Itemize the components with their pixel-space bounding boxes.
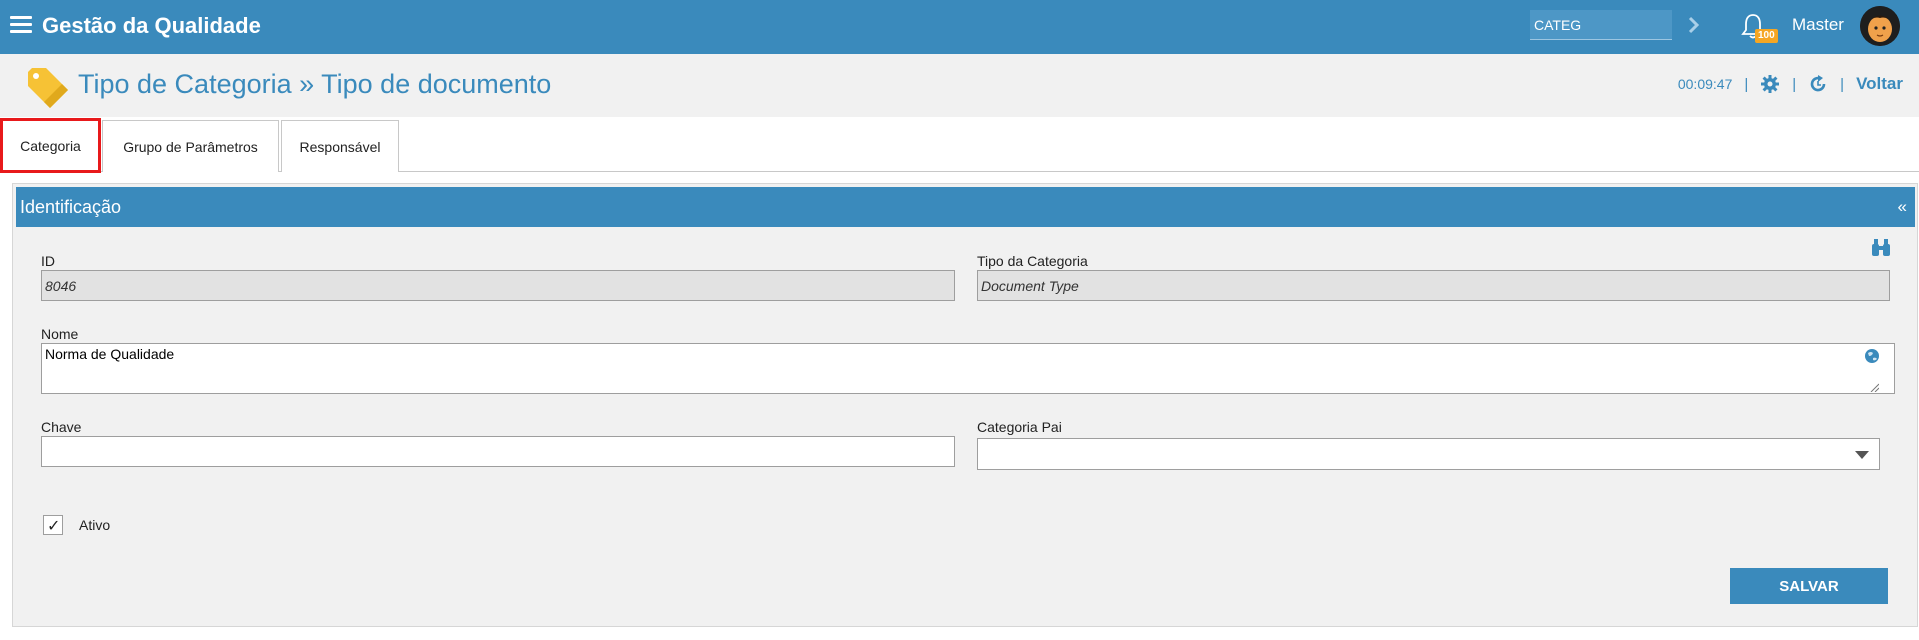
tag-icon	[28, 68, 68, 108]
gear-icon[interactable]	[1760, 74, 1780, 94]
separator: |	[1792, 75, 1797, 93]
section-header[interactable]: Identificação «	[16, 187, 1915, 227]
tab-grupo-de-parametros[interactable]: Grupo de Parâmetros	[102, 120, 279, 172]
binoculars-icon[interactable]	[1870, 238, 1892, 258]
user-name[interactable]: Master	[1792, 15, 1844, 35]
caret-down-icon[interactable]	[1855, 451, 1869, 459]
tipo-categoria-label: Tipo da Categoria	[977, 253, 1088, 269]
ativo-checkbox[interactable]: ✓	[43, 515, 63, 535]
header-actions: 00:09:47 | | | Voltar	[1678, 74, 1903, 94]
app-title: Gestão da Qualidade	[42, 13, 261, 38]
globe-icon[interactable]	[1864, 348, 1880, 364]
form-panel: Identificação « ID Tipo da Categoria Nom…	[12, 183, 1918, 627]
id-field	[41, 270, 955, 301]
tipo-categoria-field	[977, 270, 1890, 301]
resize-handle-icon[interactable]	[1869, 382, 1879, 392]
page-title: Tipo de Categoria » Tipo de documento	[78, 69, 552, 99]
top-search-input[interactable]	[1530, 10, 1672, 40]
nome-field[interactable]: Norma de Qualidade	[41, 343, 1895, 394]
categoria-pai-select[interactable]	[977, 438, 1880, 470]
separator: |	[1840, 75, 1845, 93]
chevron-right-icon[interactable]	[1684, 12, 1704, 38]
menu-icon[interactable]	[10, 16, 32, 36]
nome-label: Nome	[41, 326, 79, 342]
tab-responsavel[interactable]: Responsável	[281, 120, 399, 172]
back-link[interactable]: Voltar	[1856, 74, 1903, 94]
chave-label: Chave	[41, 419, 82, 435]
top-bar: Gestão da Qualidade 100 Master	[0, 0, 1919, 54]
collapse-icon[interactable]: «	[1898, 197, 1907, 217]
page-header: Tipo de Categoria » Tipo de documento 00…	[0, 54, 1919, 117]
checkmark-icon: ✓	[47, 518, 61, 535]
avatar[interactable]	[1860, 6, 1900, 46]
tab-categoria[interactable]: Categoria	[0, 118, 101, 173]
refresh-icon[interactable]	[1808, 74, 1828, 94]
tab-bar: Categoria Grupo de Parâmetros Responsáve…	[0, 117, 1919, 173]
notification-badge: 100	[1755, 29, 1778, 43]
chave-field[interactable]	[41, 436, 955, 467]
separator: |	[1744, 75, 1749, 93]
section-title: Identificação	[20, 197, 122, 217]
id-label: ID	[41, 253, 55, 269]
ativo-label: Ativo	[79, 517, 111, 533]
session-timer: 00:09:47	[1677, 76, 1733, 92]
save-button[interactable]: SALVAR	[1730, 568, 1888, 604]
categoria-pai-label: Categoria Pai	[977, 419, 1062, 435]
